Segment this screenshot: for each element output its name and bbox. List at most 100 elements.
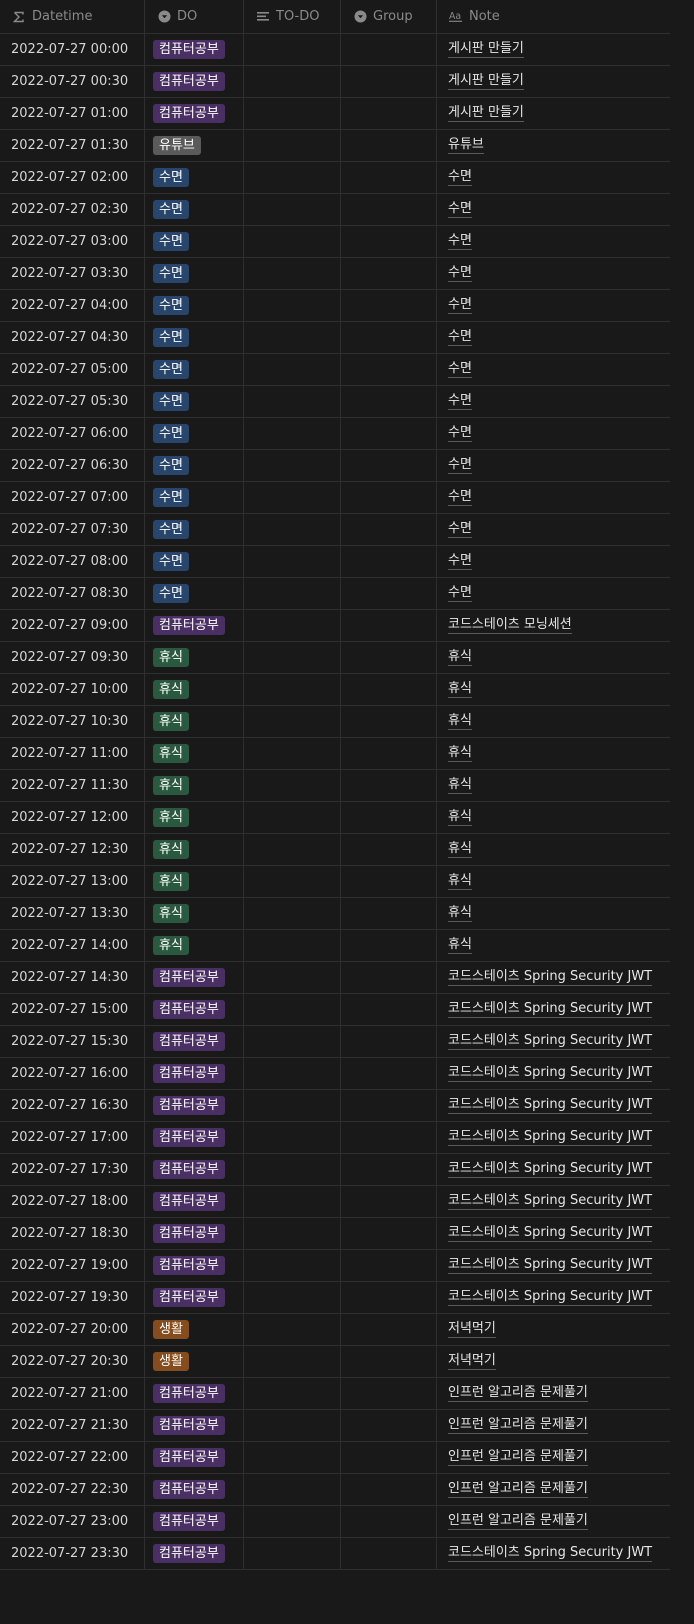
group-cell[interactable] bbox=[341, 226, 437, 257]
note-cell[interactable]: 휴식 bbox=[437, 706, 670, 737]
note-cell[interactable]: 게시판 만들기 bbox=[437, 98, 670, 129]
todo-cell[interactable] bbox=[244, 834, 341, 865]
todo-cell[interactable] bbox=[244, 290, 341, 321]
group-cell[interactable] bbox=[341, 834, 437, 865]
todo-cell[interactable] bbox=[244, 1442, 341, 1473]
table-row[interactable]: 2022-07-27 10:30 휴식 휴식 bbox=[0, 706, 670, 738]
group-cell[interactable] bbox=[341, 738, 437, 769]
do-cell[interactable]: 수면 bbox=[145, 226, 244, 257]
do-cell[interactable]: 컴퓨터공부 bbox=[145, 994, 244, 1025]
note-link[interactable]: 휴식 bbox=[448, 809, 472, 826]
note-cell[interactable]: 코드스테이츠 Spring Security JWT bbox=[437, 1090, 670, 1121]
datetime-cell[interactable]: 2022-07-27 06:30 bbox=[0, 450, 145, 481]
note-link[interactable]: 휴식 bbox=[448, 745, 472, 762]
do-cell[interactable]: 컴퓨터공부 bbox=[145, 34, 244, 65]
note-cell[interactable]: 코드스테이츠 Spring Security JWT bbox=[437, 1058, 670, 1089]
table-row[interactable]: 2022-07-27 01:00 컴퓨터공부 게시판 만들기 bbox=[0, 98, 670, 130]
do-cell[interactable]: 수면 bbox=[145, 546, 244, 577]
todo-cell[interactable] bbox=[244, 1474, 341, 1505]
table-row[interactable]: 2022-07-27 13:00 휴식 휴식 bbox=[0, 866, 670, 898]
do-cell[interactable]: 컴퓨터공부 bbox=[145, 1506, 244, 1537]
table-row[interactable]: 2022-07-27 19:30 컴퓨터공부 코드스테이츠 Spring Secur… bbox=[0, 1282, 670, 1314]
note-cell[interactable]: 휴식 bbox=[437, 738, 670, 769]
note-link[interactable]: 코드스테이츠 Spring Security JWT bbox=[448, 1289, 653, 1306]
note-cell[interactable]: 수면 bbox=[437, 514, 670, 545]
do-cell[interactable]: 컴퓨터공부 bbox=[145, 610, 244, 641]
note-cell[interactable]: 인프런 알고리즘 문제풀기 bbox=[437, 1442, 670, 1473]
do-cell[interactable]: 컴퓨터공부 bbox=[145, 1442, 244, 1473]
do-cell[interactable]: 컴퓨터공부 bbox=[145, 1474, 244, 1505]
group-cell[interactable] bbox=[341, 514, 437, 545]
datetime-cell[interactable]: 2022-07-27 07:00 bbox=[0, 482, 145, 513]
group-cell[interactable] bbox=[341, 610, 437, 641]
datetime-cell[interactable]: 2022-07-27 08:00 bbox=[0, 546, 145, 577]
todo-cell[interactable] bbox=[244, 1186, 341, 1217]
do-cell[interactable]: 휴식 bbox=[145, 738, 244, 769]
note-link[interactable]: 휴식 bbox=[448, 777, 472, 794]
note-link[interactable]: 수면 bbox=[448, 489, 472, 506]
note-cell[interactable]: 저녁먹기 bbox=[437, 1314, 670, 1345]
do-cell[interactable]: 컴퓨터공부 bbox=[145, 1218, 244, 1249]
note-link[interactable]: 인프런 알고리즘 문제풀기 bbox=[448, 1449, 588, 1466]
datetime-cell[interactable]: 2022-07-27 11:00 bbox=[0, 738, 145, 769]
todo-cell[interactable] bbox=[244, 226, 341, 257]
datetime-cell[interactable]: 2022-07-27 10:30 bbox=[0, 706, 145, 737]
note-link[interactable]: 코드스테이츠 Spring Security JWT bbox=[448, 1033, 653, 1050]
todo-cell[interactable] bbox=[244, 386, 341, 417]
table-row[interactable]: 2022-07-27 11:30 휴식 휴식 bbox=[0, 770, 670, 802]
datetime-cell[interactable]: 2022-07-27 02:00 bbox=[0, 162, 145, 193]
table-row[interactable]: 2022-07-27 04:00 수면 수면 bbox=[0, 290, 670, 322]
note-link[interactable]: 코드스테이츠 Spring Security JWT bbox=[448, 1257, 653, 1274]
note-cell[interactable]: 수면 bbox=[437, 578, 670, 609]
todo-cell[interactable] bbox=[244, 1314, 341, 1345]
note-cell[interactable]: 유튜브 bbox=[437, 130, 670, 161]
table-row[interactable]: 2022-07-27 18:00 컴퓨터공부 코드스테이츠 Spring Secur… bbox=[0, 1186, 670, 1218]
table-row[interactable]: 2022-07-27 00:00 컴퓨터공부 게시판 만들기 bbox=[0, 34, 670, 66]
datetime-cell[interactable]: 2022-07-27 14:30 bbox=[0, 962, 145, 993]
note-link[interactable]: 저녁먹기 bbox=[448, 1353, 496, 1370]
note-link[interactable]: 게시판 만들기 bbox=[448, 105, 524, 122]
datetime-cell[interactable]: 2022-07-27 11:30 bbox=[0, 770, 145, 801]
todo-cell[interactable] bbox=[244, 1058, 341, 1089]
table-row[interactable]: 2022-07-27 08:00 수면 수면 bbox=[0, 546, 670, 578]
table-row[interactable]: 2022-07-27 23:00 컴퓨터공부 인프런 알고리즘 문제풀기 bbox=[0, 1506, 670, 1538]
note-cell[interactable]: 인프런 알고리즘 문제풀기 bbox=[437, 1378, 670, 1409]
note-link[interactable]: 휴식 bbox=[448, 713, 472, 730]
todo-cell[interactable] bbox=[244, 1346, 341, 1377]
todo-cell[interactable] bbox=[244, 642, 341, 673]
do-cell[interactable]: 유튜브 bbox=[145, 130, 244, 161]
table-row[interactable]: 2022-07-27 20:00 생활 저녁먹기 bbox=[0, 1314, 670, 1346]
todo-cell[interactable] bbox=[244, 898, 341, 929]
datetime-cell[interactable]: 2022-07-27 17:30 bbox=[0, 1154, 145, 1185]
group-cell[interactable] bbox=[341, 98, 437, 129]
note-cell[interactable]: 수면 bbox=[437, 290, 670, 321]
todo-cell[interactable] bbox=[244, 802, 341, 833]
note-link[interactable]: 휴식 bbox=[448, 873, 472, 890]
do-cell[interactable]: 휴식 bbox=[145, 770, 244, 801]
note-link[interactable]: 코드스테이츠 Spring Security JWT bbox=[448, 1225, 653, 1242]
todo-cell[interactable] bbox=[244, 1410, 341, 1441]
do-cell[interactable]: 수면 bbox=[145, 450, 244, 481]
table-row[interactable]: 2022-07-27 14:30 컴퓨터공부 코드스테이츠 Spring Secur… bbox=[0, 962, 670, 994]
todo-cell[interactable] bbox=[244, 866, 341, 897]
group-cell[interactable] bbox=[341, 1058, 437, 1089]
table-row[interactable]: 2022-07-27 06:00 수면 수면 bbox=[0, 418, 670, 450]
table-row[interactable]: 2022-07-27 05:00 수면 수면 bbox=[0, 354, 670, 386]
datetime-cell[interactable]: 2022-07-27 02:30 bbox=[0, 194, 145, 225]
todo-cell[interactable] bbox=[244, 610, 341, 641]
do-cell[interactable]: 수면 bbox=[145, 194, 244, 225]
group-cell[interactable] bbox=[341, 962, 437, 993]
datetime-cell[interactable]: 2022-07-27 04:30 bbox=[0, 322, 145, 353]
note-cell[interactable]: 휴식 bbox=[437, 834, 670, 865]
note-link[interactable]: 인프런 알고리즘 문제풀기 bbox=[448, 1417, 588, 1434]
note-link[interactable]: 수면 bbox=[448, 425, 472, 442]
note-link[interactable]: 수면 bbox=[448, 361, 472, 378]
todo-cell[interactable] bbox=[244, 482, 341, 513]
datetime-cell[interactable]: 2022-07-27 16:00 bbox=[0, 1058, 145, 1089]
group-cell[interactable] bbox=[341, 642, 437, 673]
todo-cell[interactable] bbox=[244, 34, 341, 65]
datetime-cell[interactable]: 2022-07-27 20:30 bbox=[0, 1346, 145, 1377]
note-link[interactable]: 수면 bbox=[448, 265, 472, 282]
table-row[interactable]: 2022-07-27 09:30 휴식 휴식 bbox=[0, 642, 670, 674]
column-header-note[interactable]: Aa Note bbox=[437, 0, 670, 33]
